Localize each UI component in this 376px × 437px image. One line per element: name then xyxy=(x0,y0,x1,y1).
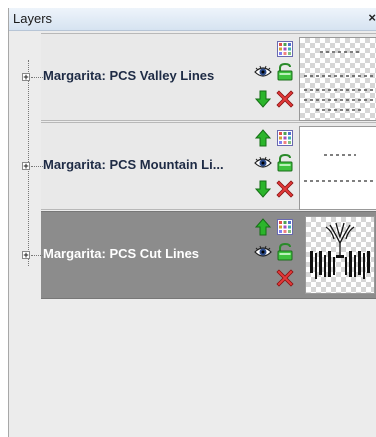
expand-icon[interactable]: + xyxy=(22,251,30,260)
layer-name: Margarita: PCS Mountain Li... xyxy=(43,157,224,172)
eye-icon[interactable] xyxy=(253,62,273,82)
expand-icon[interactable]: + xyxy=(22,162,30,171)
valley-lines-preview xyxy=(304,51,376,111)
move-down-icon[interactable] xyxy=(253,89,273,109)
eye-icon[interactable] xyxy=(253,153,273,173)
layer-name: Margarita: PCS Cut Lines xyxy=(43,246,200,261)
move-down-icon[interactable] xyxy=(253,179,273,199)
panel-title: Layers xyxy=(13,11,53,26)
move-up-icon[interactable] xyxy=(253,128,273,148)
mountain-lines-preview xyxy=(304,154,376,182)
eye-icon[interactable] xyxy=(253,242,273,262)
layer-row-valley-lines[interactable]: + Margarita: PCS Valley Lines xyxy=(22,33,376,121)
layer-thumbnail xyxy=(299,126,376,210)
grid-icon[interactable] xyxy=(275,39,295,59)
grid-icon[interactable] xyxy=(275,128,295,148)
layer-name: Margarita: PCS Valley Lines xyxy=(43,68,215,83)
move-up-icon[interactable] xyxy=(253,217,273,237)
delete-icon[interactable] xyxy=(275,179,295,199)
cut-lines-preview xyxy=(310,222,370,279)
lock-icon[interactable] xyxy=(275,62,295,82)
delete-icon[interactable] xyxy=(275,268,295,288)
expand-icon[interactable]: + xyxy=(22,73,30,82)
layer-thumbnail xyxy=(305,216,375,294)
grid-icon[interactable] xyxy=(275,217,295,237)
close-icon[interactable]: × xyxy=(368,10,376,25)
layers-panel: Layers × + Margarita: PCS Valley Lines +… xyxy=(8,8,376,437)
lock-icon[interactable] xyxy=(275,242,295,262)
layer-row-mountain-lines[interactable]: + Margarita: PCS Mountain Li... xyxy=(22,122,376,210)
panel-titlebar[interactable]: Layers × xyxy=(9,8,376,31)
lock-icon[interactable] xyxy=(275,153,295,173)
tree-branch xyxy=(31,77,43,78)
tree-branch xyxy=(31,166,43,167)
delete-icon[interactable] xyxy=(275,89,295,109)
tree-branch xyxy=(31,255,43,256)
layer-thumbnail xyxy=(299,37,376,121)
layer-row-cut-lines[interactable]: + Margarita: PCS Cut Lines xyxy=(22,211,376,299)
